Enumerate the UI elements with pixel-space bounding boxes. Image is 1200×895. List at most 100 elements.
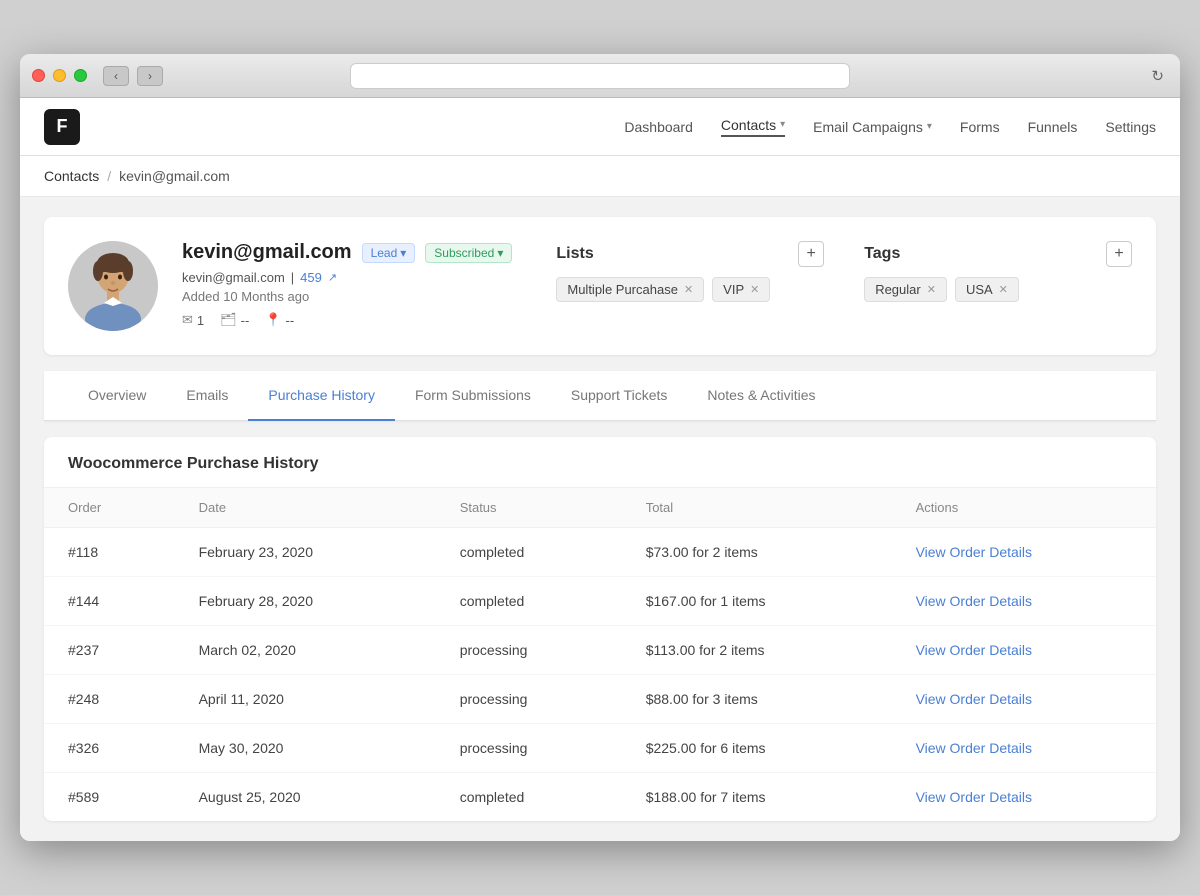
- cell-date: August 25, 2020: [175, 773, 436, 822]
- url-bar[interactable]: [350, 63, 850, 89]
- cell-action[interactable]: View Order Details: [892, 773, 1156, 822]
- tab-emails[interactable]: Emails: [166, 371, 248, 421]
- back-button[interactable]: ‹: [103, 66, 129, 86]
- minimize-button[interactable]: [53, 69, 66, 82]
- tag-item: USA ✕: [955, 277, 1019, 302]
- cell-date: February 23, 2020: [175, 528, 436, 577]
- titlebar: ‹ › ↻: [20, 54, 1180, 98]
- cell-total: $225.00 for 6 items: [622, 724, 892, 773]
- location-icon: 📍: [265, 312, 281, 328]
- app-window: ‹ › ↻ F Dashboard Contacts ▾ Email Campa…: [20, 54, 1180, 841]
- col-actions: Actions: [892, 488, 1156, 528]
- close-button[interactable]: [32, 69, 45, 82]
- reload-button[interactable]: ↻: [1151, 67, 1164, 85]
- nav-dashboard[interactable]: Dashboard: [624, 119, 693, 135]
- breadcrumb-current: kevin@gmail.com: [119, 168, 230, 184]
- remove-tag-0[interactable]: ✕: [927, 283, 936, 296]
- stat-files: 🗂 --: [220, 312, 249, 328]
- cell-order: #248: [44, 675, 175, 724]
- tab-overview[interactable]: Overview: [68, 371, 166, 421]
- cell-date: February 28, 2020: [175, 577, 436, 626]
- lists-block: Lists + Multiple Purcahase ✕ VIP ✕: [556, 241, 824, 302]
- lists-title: Lists: [556, 245, 593, 263]
- contact-email-row: kevin@gmail.com Lead ▾ Subscribed ▾: [182, 241, 512, 264]
- cell-total: $167.00 for 1 items: [622, 577, 892, 626]
- cell-total: $73.00 for 2 items: [622, 528, 892, 577]
- nav-email-campaigns[interactable]: Email Campaigns ▾: [813, 119, 932, 135]
- list-item: Multiple Purcahase ✕: [556, 277, 704, 302]
- tab-support-tickets[interactable]: Support Tickets: [551, 371, 688, 421]
- logo[interactable]: F: [44, 109, 80, 145]
- cell-date: April 11, 2020: [175, 675, 436, 724]
- tab-notes-activities[interactable]: Notes & Activities: [687, 371, 835, 421]
- contact-added: Added 10 Months ago: [182, 289, 512, 304]
- col-order: Order: [44, 488, 175, 528]
- view-order-link[interactable]: View Order Details: [916, 544, 1032, 560]
- purchase-table: Order Date Status Total Actions #118 Feb…: [44, 488, 1156, 821]
- cell-action[interactable]: View Order Details: [892, 577, 1156, 626]
- remove-tag-1[interactable]: ✕: [999, 283, 1008, 296]
- window-controls: [32, 69, 87, 82]
- tags-block: Tags + Regular ✕ USA ✕: [864, 241, 1132, 302]
- view-order-link[interactable]: View Order Details: [916, 691, 1032, 707]
- tab-form-submissions[interactable]: Form Submissions: [395, 371, 551, 421]
- tabs-bar: Overview Emails Purchase History Form Su…: [44, 371, 1156, 421]
- main-content: kevin@gmail.com Lead ▾ Subscribed ▾ kevi…: [20, 197, 1180, 841]
- view-order-link[interactable]: View Order Details: [916, 789, 1032, 805]
- col-date: Date: [175, 488, 436, 528]
- cell-date: March 02, 2020: [175, 626, 436, 675]
- external-link-icon[interactable]: ↗: [328, 271, 337, 284]
- view-order-link[interactable]: View Order Details: [916, 593, 1032, 609]
- cell-action[interactable]: View Order Details: [892, 528, 1156, 577]
- tab-purchase-history[interactable]: Purchase History: [248, 371, 395, 421]
- contact-card: kevin@gmail.com Lead ▾ Subscribed ▾ kevi…: [44, 217, 1156, 355]
- cell-action[interactable]: View Order Details: [892, 626, 1156, 675]
- cell-total: $188.00 for 7 items: [622, 773, 892, 822]
- chevron-down-icon: ▾: [780, 119, 785, 130]
- tags-row: Regular ✕ USA ✕: [864, 277, 1132, 302]
- breadcrumb-root[interactable]: Contacts: [44, 168, 99, 184]
- table-row: #326 May 30, 2020 processing $225.00 for…: [44, 724, 1156, 773]
- add-tag-button[interactable]: +: [1106, 241, 1132, 267]
- pipe-separator: |: [291, 270, 294, 285]
- nav-funnels[interactable]: Funnels: [1028, 119, 1078, 135]
- col-status: Status: [436, 488, 622, 528]
- cell-status: completed: [436, 528, 622, 577]
- badge-subscribed[interactable]: Subscribed ▾: [425, 243, 512, 263]
- view-order-link[interactable]: View Order Details: [916, 740, 1032, 756]
- table-header-row: Order Date Status Total Actions: [44, 488, 1156, 528]
- view-order-link[interactable]: View Order Details: [916, 642, 1032, 658]
- chevron-down-icon: ▾: [497, 246, 503, 260]
- cell-action[interactable]: View Order Details: [892, 724, 1156, 773]
- nav-settings[interactable]: Settings: [1105, 119, 1156, 135]
- table-row: #144 February 28, 2020 completed $167.00…: [44, 577, 1156, 626]
- cell-order: #326: [44, 724, 175, 773]
- chevron-down-icon: ▾: [927, 121, 932, 132]
- cell-status: completed: [436, 773, 622, 822]
- remove-list-item-0[interactable]: ✕: [684, 283, 693, 296]
- remove-list-item-1[interactable]: ✕: [750, 283, 759, 296]
- nav-forms[interactable]: Forms: [960, 119, 1000, 135]
- table-row: #248 April 11, 2020 processing $88.00 fo…: [44, 675, 1156, 724]
- cell-order: #118: [44, 528, 175, 577]
- cell-action[interactable]: View Order Details: [892, 675, 1156, 724]
- browser-nav: ‹ ›: [103, 66, 163, 86]
- cell-total: $113.00 for 2 items: [622, 626, 892, 675]
- maximize-button[interactable]: [74, 69, 87, 82]
- cell-status: completed: [436, 577, 622, 626]
- contact-id-link[interactable]: 459: [300, 270, 322, 285]
- contact-stats: ✉ 1 🗂 -- 📍 --: [182, 312, 512, 328]
- breadcrumb: Contacts / kevin@gmail.com: [20, 156, 1180, 197]
- chevron-down-icon: ▾: [400, 246, 406, 260]
- logo-icon: F: [57, 116, 68, 137]
- list-item: VIP ✕: [712, 277, 770, 302]
- add-list-button[interactable]: +: [798, 241, 824, 267]
- cell-total: $88.00 for 3 items: [622, 675, 892, 724]
- purchase-history-card: Woocommerce Purchase History Order Date …: [44, 437, 1156, 821]
- tag-item: Regular ✕: [864, 277, 947, 302]
- forward-button[interactable]: ›: [137, 66, 163, 86]
- lists-tags-row: Multiple Purcahase ✕ VIP ✕: [556, 277, 824, 302]
- nav-contacts[interactable]: Contacts ▾: [721, 117, 785, 137]
- lists-header: Lists +: [556, 241, 824, 267]
- badge-lead[interactable]: Lead ▾: [362, 243, 416, 263]
